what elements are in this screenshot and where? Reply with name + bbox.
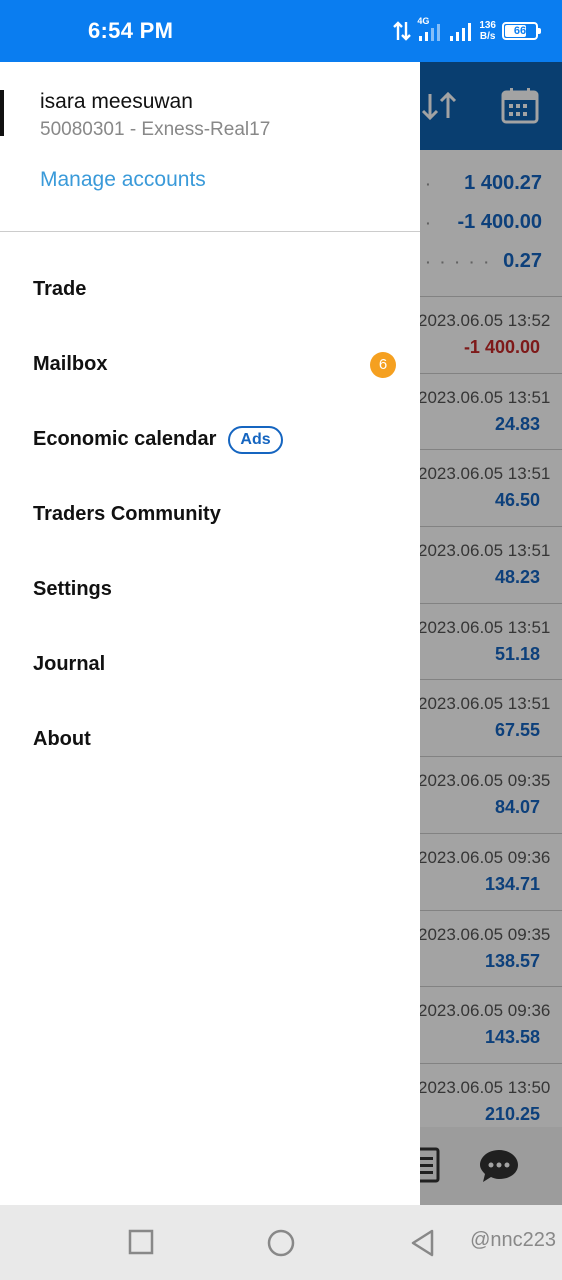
deal-profit: 138.57 <box>484 950 540 971</box>
deal-time: 2023.06.05 09:35 <box>418 771 551 791</box>
deal-row[interactable]: 2023.06.05 09:35 84.07 <box>418 757 562 834</box>
deal-row[interactable]: 2023.06.05 13:51 46.50 <box>418 450 562 528</box>
status-bar: 6:54 PM 4G 136 B/s 66 <box>0 0 562 62</box>
deal-list: 2023.06.05 13:52 -1 400.00 2023.06.05 13:5… <box>418 297 562 1141</box>
user-name: isara meesuwan <box>40 90 193 113</box>
deal-row[interactable]: 2023.06.05 13:51 51.18 <box>418 604 562 681</box>
deal-time: 2023.06.05 13:51 <box>418 541 551 561</box>
deal-row[interactable]: 2023.06.05 09:36 134.71 <box>418 834 562 911</box>
back-triangle-icon[interactable] <box>410 1229 434 1257</box>
summary-balance: · · · · · 0.27 <box>426 250 542 272</box>
deal-time: 2023.06.05 13:51 <box>418 617 551 637</box>
menu-item-label: Settings <box>33 578 112 600</box>
menu-item-economic-calendar[interactable]: Economic calendar Ads <box>0 402 420 477</box>
deal-time: 2023.06.05 09:36 <box>418 847 551 867</box>
menu-item-label: About <box>33 728 91 750</box>
account-info: 50080301 - Exness-Real17 <box>40 119 271 140</box>
menu-item-settings[interactable]: Settings <box>0 552 420 627</box>
app-bottom-bar <box>412 1127 562 1205</box>
signal-icon-1: 4G <box>417 16 443 42</box>
status-icons: 4G 136 B/s 66 <box>393 16 541 46</box>
status-time: 6:54 PM <box>88 18 174 43</box>
home-circle-icon[interactable] <box>267 1229 295 1257</box>
calendar-icon[interactable] <box>500 86 540 126</box>
data-transfer-icon <box>393 21 412 41</box>
deal-profit: 24.83 <box>494 413 540 434</box>
menu-item-label: Mailbox <box>33 353 108 375</box>
deal-profit: 51.18 <box>494 643 540 664</box>
deal-time: 2023.06.05 13:51 <box>418 694 551 714</box>
menu-item-label: Traders Community <box>33 503 221 525</box>
menu-item-mailbox[interactable]: Mailbox 6 <box>0 327 420 402</box>
sort-icon[interactable] <box>420 86 460 126</box>
drawer-header: isara meesuwan 50080301 - Exness-Real17 … <box>0 62 420 232</box>
summary-panel: · 1 400.27 · -1 400.00 · · · · · 0.27 <box>420 150 562 297</box>
deal-time: 2023.06.05 09:36 <box>418 1001 551 1021</box>
battery-level: 66 <box>513 25 527 37</box>
deal-row[interactable]: 2023.06.05 09:35 138.57 <box>418 911 562 988</box>
menu-item-journal[interactable]: Journal <box>0 627 420 702</box>
signal-icon-2 <box>450 23 472 41</box>
deal-profit: 84.07 <box>494 797 540 818</box>
deal-time: 2023.06.05 13:50 <box>418 1077 551 1097</box>
summary-profit: · 1 400.27 <box>426 172 542 194</box>
system-nav-bar: @nnc223 <box>0 1205 562 1280</box>
navigation-drawer: isara meesuwan 50080301 - Exness-Real17 … <box>0 62 420 1205</box>
chat-icon[interactable] <box>478 1147 520 1185</box>
watermark: @nnc223 <box>470 1229 556 1251</box>
deal-row[interactable]: 2023.06.05 13:51 67.55 <box>418 680 562 758</box>
net-speed-value: 136 <box>479 20 496 31</box>
active-account-marker <box>0 90 4 136</box>
deal-profit: 134.71 <box>484 873 540 894</box>
menu-item-about[interactable]: About <box>0 702 420 777</box>
menu-item-traders-community[interactable]: Traders Community <box>0 477 420 552</box>
deal-profit: 48.23 <box>494 567 540 588</box>
drawer-menu: Trade Mailbox 6 Economic calendar Ads Tr… <box>0 232 420 777</box>
recents-square-icon[interactable] <box>128 1229 154 1255</box>
deal-time: 2023.06.05 13:51 <box>418 464 551 484</box>
deal-row[interactable]: 2023.06.05 09:36 143.58 <box>418 987 562 1064</box>
deal-time: 2023.06.05 13:51 <box>418 387 551 407</box>
deal-row[interactable]: 2023.06.05 13:51 24.83 <box>418 374 562 451</box>
battery-icon: 66 <box>502 22 541 40</box>
net-speed: 136 B/s <box>479 20 496 42</box>
unread-count-badge: 6 <box>370 351 396 378</box>
manage-accounts-link[interactable]: Manage accounts <box>40 168 206 192</box>
net-speed-unit: B/s <box>479 31 496 42</box>
menu-item-label: Economic calendar <box>33 428 217 450</box>
deal-time: 2023.06.05 13:52 <box>418 311 551 330</box>
menu-item-trade[interactable]: Trade <box>0 252 420 327</box>
summary-deposit: · -1 400.00 <box>426 211 542 233</box>
deal-row[interactable]: 2023.06.05 13:52 -1 400.00 <box>418 297 562 374</box>
deal-time: 2023.06.05 09:35 <box>418 924 551 944</box>
deal-profit: -1 400.00 <box>463 337 540 357</box>
deal-profit: 210.25 <box>484 1103 540 1124</box>
menu-item-label: Trade <box>33 278 87 300</box>
deal-profit: 67.55 <box>494 720 540 741</box>
ads-badge: Ads <box>228 425 283 454</box>
deal-profit: 143.58 <box>484 1027 540 1048</box>
menu-item-label: Journal <box>33 653 106 675</box>
deal-row[interactable]: 2023.06.05 13:51 48.23 <box>418 527 562 604</box>
deal-profit: 46.50 <box>494 490 540 511</box>
